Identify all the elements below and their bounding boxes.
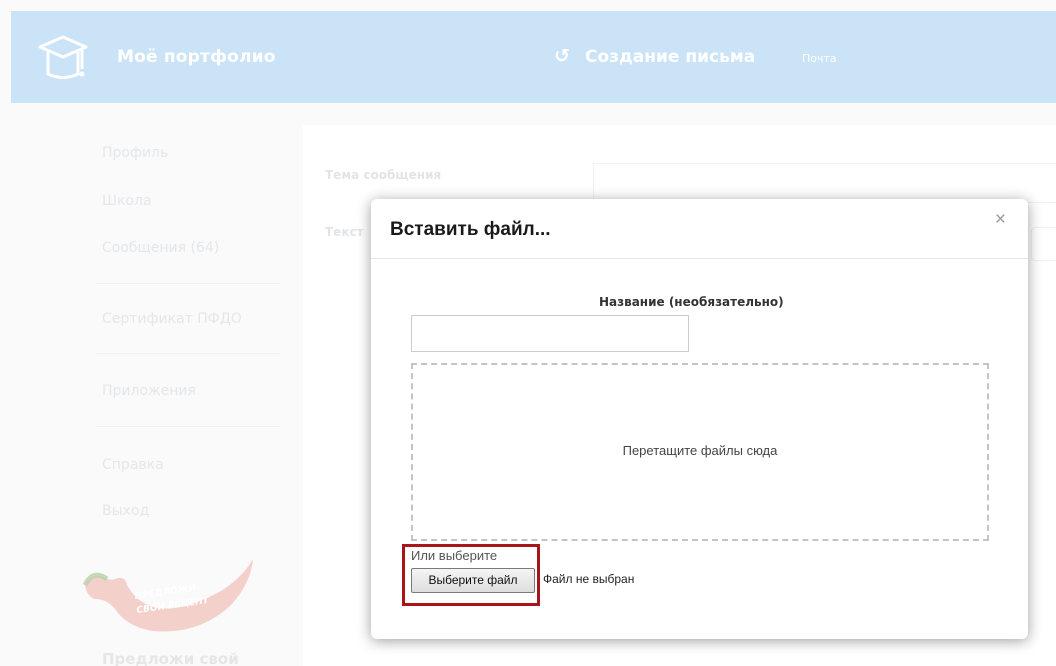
app-brand[interactable]: Моё портфолио	[117, 47, 276, 67]
promo-text[interactable]: Предложи свой	[102, 650, 239, 666]
graduation-cap-icon[interactable]	[37, 33, 89, 85]
file-name-input[interactable]	[411, 315, 689, 352]
sidebar-item-help[interactable]: Справка	[102, 457, 164, 473]
recipe-promo-banner[interactable]: ПРЕДЛОЖИ СВОЙ РЕЦЕПТ	[81, 555, 261, 633]
body-label: Текст	[325, 225, 364, 239]
subject-input[interactable]	[593, 163, 1056, 203]
app-header: Моё портфолио ↺ Создание письма Почта	[11, 11, 1056, 103]
breadcrumb-mail[interactable]: Почта	[802, 52, 837, 65]
sidebar-item-certificate[interactable]: Сертификат ПФДО	[102, 311, 242, 327]
dropzone-hint: Перетащите файлы сюда	[622, 443, 778, 458]
highlight-box	[402, 544, 540, 606]
sidebar-item-profile[interactable]: Профиль	[102, 145, 168, 161]
close-icon[interactable]: ×	[995, 209, 1006, 231]
sidebar-item-messages[interactable]: Сообщения (64)	[102, 240, 219, 256]
sidebar: Профиль Школа Сообщения (64) Сертификат …	[11, 103, 301, 666]
subject-label: Тема сообщения	[325, 168, 442, 182]
sidebar-divider	[96, 283, 280, 284]
dialog-title: Вставить файл...	[390, 219, 551, 240]
sidebar-divider	[96, 353, 280, 354]
sidebar-item-school[interactable]: Школа	[102, 193, 152, 209]
no-file-selected-text: Файл не выбран	[543, 572, 635, 586]
file-dropzone[interactable]: Перетащите файлы сюда	[411, 363, 989, 541]
page-title: Создание письма	[585, 47, 756, 67]
sidebar-item-logout[interactable]: Выход	[102, 503, 149, 519]
dialog-header: Вставить файл... ×	[371, 199, 1028, 259]
sidebar-item-apps[interactable]: Приложения	[102, 383, 196, 399]
sidebar-divider	[96, 426, 280, 427]
file-name-label: Название (необязательно)	[599, 295, 784, 309]
editor-toolbar[interactable]	[1031, 227, 1056, 261]
refresh-icon[interactable]: ↺	[554, 45, 570, 67]
